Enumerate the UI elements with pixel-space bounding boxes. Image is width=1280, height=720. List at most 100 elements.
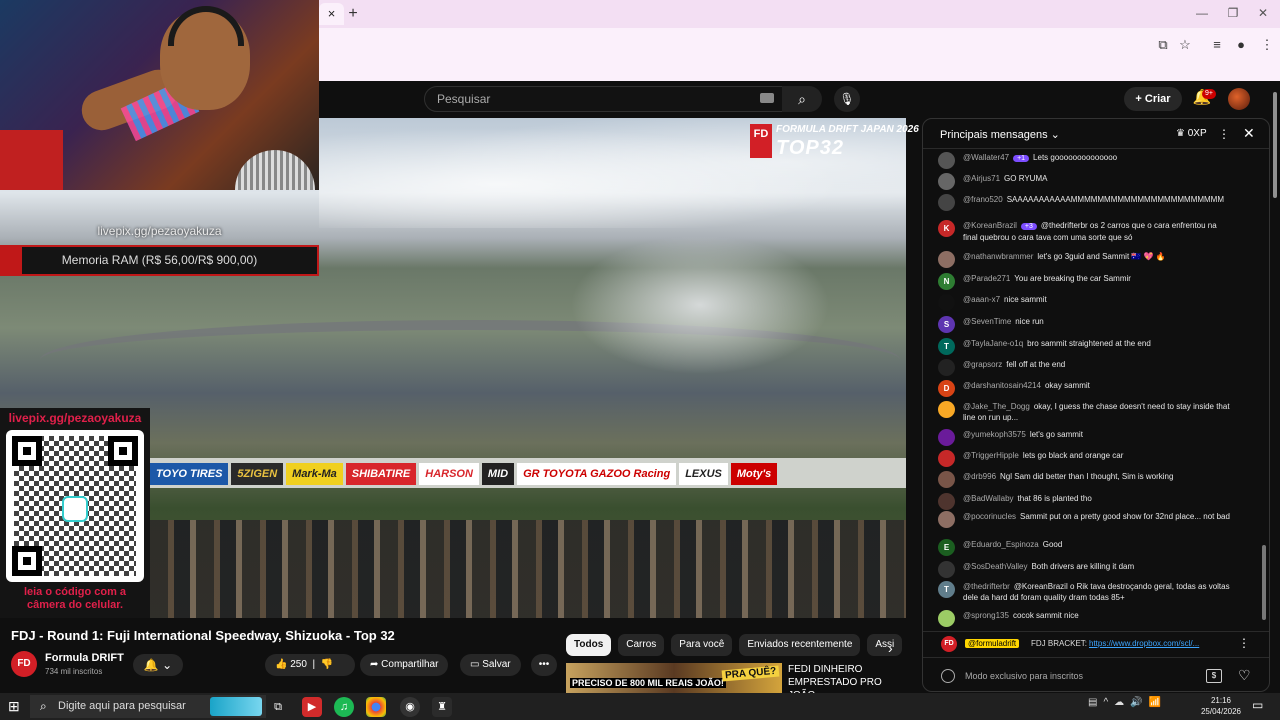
chat-author[interactable]: @TaylaJane-o1q — [963, 339, 1023, 348]
app-icon[interactable]: ♜ — [432, 697, 452, 717]
minimize-button[interactable]: — — [1187, 4, 1217, 22]
chat-message[interactable]: D @darshanitosain4214 okay sammit — [938, 380, 1233, 397]
close-window-button[interactable]: ✕ — [1248, 4, 1278, 22]
chat-message[interactable]: @Airjus71 GO RYUMA — [938, 173, 1233, 190]
profile-icon[interactable]: ● — [1230, 34, 1252, 56]
chat-message[interactable]: @sprong135 cocok sammit nice — [938, 610, 1233, 627]
more-actions-button[interactable]: ••• — [531, 654, 557, 676]
chat-message[interactable]: @BadWallaby that 86 is planted tho — [938, 493, 1233, 510]
chat-xp-badge[interactable]: ♛ 0XP — [1176, 128, 1207, 139]
sponsor-banner: Mark-Ma — [286, 463, 343, 485]
chrome-icon[interactable] — [366, 697, 386, 717]
create-button[interactable]: + Criar — [1124, 87, 1182, 111]
new-tab-button[interactable]: + — [344, 4, 362, 24]
chat-message[interactable]: @Jake_The_Dogg okay, I guess the chase do… — [938, 401, 1233, 423]
super-chat-icon[interactable]: $ — [1206, 669, 1222, 683]
keyboard-icon[interactable] — [760, 93, 774, 103]
chat-author[interactable]: @Eduardo_Espinoza — [963, 540, 1039, 549]
chat-input[interactable]: Modo exclusivo para inscritos — [965, 671, 1083, 681]
save-button[interactable]: ▭ Salvar — [460, 654, 521, 676]
chat-author[interactable]: @KoreanBrazil — [963, 221, 1017, 230]
search-highlight-image[interactable] — [210, 697, 262, 716]
system-tray-icons[interactable]: ▤^☁🔊📶 — [1088, 697, 1167, 708]
search-input[interactable]: Pesquisar — [424, 86, 790, 112]
chat-author[interactable]: @drb996 — [963, 472, 996, 481]
member-badge: +3 — [1020, 223, 1037, 230]
chat-message[interactable]: K @KoreanBrazil +3 @thedrifterbr os 2 carro… — [938, 220, 1233, 243]
chat-menu-icon[interactable]: ⋮ — [1218, 127, 1230, 141]
chat-author[interactable]: @SevenTime — [963, 317, 1011, 326]
save-label: Salvar — [482, 659, 511, 670]
chat-message[interactable]: @pocorinucles Sammit put on a pretty good… — [938, 511, 1233, 528]
chip-filter[interactable]: Todos — [566, 634, 612, 656]
cast-icon[interactable]: ⧉ — [1152, 34, 1174, 56]
chat-author[interactable]: @sprong135 — [963, 611, 1009, 620]
tab-close-button[interactable]: × — [319, 3, 344, 25]
chat-author[interactable]: @thedrifterbr — [963, 582, 1010, 591]
chat-scrollbar[interactable] — [1262, 545, 1266, 620]
overlay-brand: FORMULA DRIFT JAPAN 2026 — [776, 124, 919, 135]
chat-message[interactable]: N @Parade271 You are breaking the car Samm… — [938, 273, 1233, 290]
taskbar-clock[interactable]: 21:16 25/04/2026 — [1196, 695, 1246, 717]
subscription-bell-button[interactable]: 🔔 ⌄ — [133, 654, 183, 676]
chat-message[interactable]: @grapsorz fell off at the end — [938, 359, 1233, 376]
pinned-menu-icon[interactable]: ⋮ — [1238, 636, 1250, 650]
chat-message[interactable]: @Wallater47 +1 Lets goooooooooooooo — [938, 152, 1233, 169]
share-button[interactable]: ➦ Compartilhar — [360, 654, 449, 676]
chat-message-body: @Eduardo_Espinoza Good — [963, 539, 1233, 556]
obs-icon[interactable]: ◉ — [400, 697, 420, 717]
chip-filter[interactable]: Assi — [867, 634, 903, 656]
chat-message[interactable]: E @Eduardo_Espinoza Good — [938, 539, 1233, 556]
chat-message[interactable]: @TriggerHipple lets go black and orange c… — [938, 450, 1233, 467]
media-control-icon[interactable]: ≡ — [1206, 34, 1228, 56]
chip-filter[interactable]: Carros — [618, 634, 665, 656]
page-scrollbar-thumb[interactable] — [1273, 92, 1277, 198]
chat-message[interactable]: @nathanwbrammer let's go 3guid and Sammit… — [938, 251, 1233, 268]
chat-author[interactable]: @BadWallaby — [963, 494, 1014, 503]
search-button[interactable]: ⌕ — [782, 86, 822, 112]
spotify-icon[interactable]: ♫ — [334, 697, 354, 717]
chat-avatar: N — [938, 273, 955, 290]
chat-author[interactable]: @Parade271 — [963, 274, 1010, 283]
chat-author[interactable]: @frano520 — [963, 195, 1003, 204]
chat-avatar: S — [938, 316, 955, 333]
chat-author[interactable]: @SosDeathValley — [963, 562, 1027, 571]
windows-start-icon[interactable]: ⊞ — [8, 698, 20, 715]
chrome-menu-icon[interactable]: ⋮ — [1256, 34, 1278, 56]
chat-author[interactable]: @grapsorz — [963, 360, 1002, 369]
bookmark-star-icon[interactable]: ☆ — [1174, 34, 1196, 56]
chat-message[interactable]: @aaan-x7 nice sammit — [938, 294, 1233, 311]
chat-author[interactable]: @Airjus71 — [963, 174, 1000, 183]
account-avatar[interactable] — [1228, 88, 1250, 110]
notification-center-icon[interactable]: ▭ — [1252, 698, 1263, 712]
chip-filter[interactable]: Enviados recentemente — [739, 634, 861, 656]
chat-message[interactable]: @yumekoph3575 let's go sammit — [938, 429, 1233, 446]
chip-filter[interactable]: Para você — [671, 634, 733, 656]
heart-icon[interactable]: ♡ — [1238, 667, 1251, 684]
chat-author[interactable]: @TriggerHipple — [963, 451, 1019, 460]
chat-author[interactable]: @aaan-x7 — [963, 295, 1000, 304]
chevron-right-icon[interactable]: › — [888, 640, 893, 656]
task-view-icon[interactable]: ⧉ — [268, 697, 288, 717]
like-dislike-group[interactable]: 👍 250 | 👎 — [265, 654, 355, 676]
chat-author[interactable]: @pocorinucles — [963, 512, 1016, 521]
chat-author[interactable]: @Wallater47 — [963, 153, 1009, 162]
pinned-link[interactable]: https://www.dropbox.com/scl/... — [1089, 639, 1199, 648]
chat-author[interactable]: @yumekoph3575 — [963, 430, 1026, 439]
maximize-button[interactable]: ❐ — [1218, 4, 1248, 22]
chat-message[interactable]: T @thedrifterbr @KoreanBrazil o Rik tava d… — [938, 581, 1233, 603]
channel-avatar[interactable]: FD — [11, 651, 37, 677]
chat-message[interactable]: S @SevenTime nice run — [938, 316, 1233, 333]
chat-mode-dropdown[interactable]: Principais mensagens ⌄ — [940, 128, 1060, 141]
channel-name[interactable]: Formula DRIFT — [45, 652, 124, 664]
chat-author[interactable]: @darshanitosain4214 — [963, 381, 1041, 390]
chat-author[interactable]: @nathanwbrammer — [963, 252, 1033, 261]
mic-icon[interactable]: 🎙 — [834, 86, 860, 112]
chat-message[interactable]: T @TaylaJane-o1q bro sammit straightened a… — [938, 338, 1233, 355]
chat-message[interactable]: @drb996 Ngl Sam did better than I thought… — [938, 471, 1233, 488]
chat-close-icon[interactable]: ✕ — [1243, 125, 1255, 142]
chat-author[interactable]: @Jake_The_Dogg — [963, 402, 1030, 411]
chat-message[interactable]: @frano520 SAAAAAAAAAAAMMMMMMMMMMMMMMMMMMM… — [938, 194, 1233, 211]
chat-message[interactable]: @SosDeathValley Both drivers are killing … — [938, 561, 1233, 578]
app-red-icon[interactable]: ▶ — [302, 697, 322, 717]
